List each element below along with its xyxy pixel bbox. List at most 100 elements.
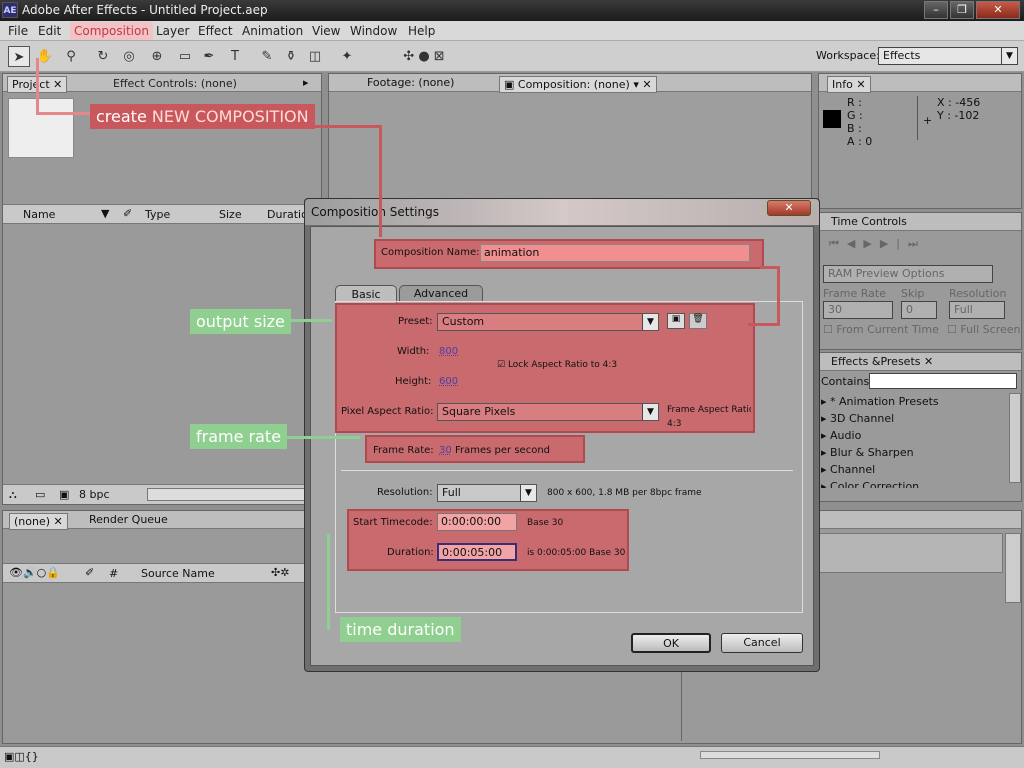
puppet-pin-tool-icon[interactable]: ✦ bbox=[336, 46, 358, 67]
chevron-down-icon: ▼ bbox=[642, 314, 658, 330]
pixel-aspect-label: Pixel Aspect Ratio: bbox=[341, 406, 434, 417]
menu-composition[interactable]: Composition bbox=[70, 22, 153, 40]
ok-button[interactable]: OK bbox=[631, 633, 711, 653]
menu-window[interactable]: Window bbox=[350, 24, 397, 38]
rectangle-tool-icon[interactable]: ▭ bbox=[174, 46, 196, 67]
menu-edit[interactable]: Edit bbox=[38, 24, 61, 38]
annotation-line bbox=[327, 534, 330, 630]
col-type[interactable]: Type bbox=[145, 208, 170, 221]
menu-file[interactable]: File bbox=[8, 24, 28, 38]
tab-effect-controls[interactable]: Effect Controls: (none) bbox=[83, 76, 267, 91]
project-thumbnail bbox=[8, 98, 74, 158]
ram-preview-select[interactable]: RAM Preview Options bbox=[823, 265, 993, 283]
col-name[interactable]: Name bbox=[23, 208, 55, 221]
preset-label: Preset: bbox=[398, 316, 433, 327]
clone-stamp-tool-icon[interactable]: ⚱ bbox=[280, 46, 302, 67]
new-composition-icon[interactable]: ▣ bbox=[59, 488, 69, 501]
list-item[interactable]: ▸ * Animation Presets bbox=[821, 393, 1007, 410]
selection-tool-icon[interactable]: ➤ bbox=[8, 46, 30, 67]
rotate-tool-icon[interactable]: ↻ bbox=[92, 46, 114, 67]
start-timecode-input[interactable]: 0:00:00:00 bbox=[437, 513, 517, 531]
pen-tool-icon[interactable]: ✒ bbox=[198, 46, 220, 67]
minimize-button[interactable]: – bbox=[924, 1, 948, 19]
list-item[interactable]: ▸ Audio bbox=[821, 427, 1007, 444]
menu-view[interactable]: View bbox=[312, 24, 340, 38]
lock-aspect-checkbox[interactable]: ☑ Lock Aspect Ratio to 4:3 bbox=[497, 360, 617, 370]
title-bar: AE Adobe After Effects - Untitled Projec… bbox=[0, 0, 1024, 21]
skip-select[interactable]: 0 bbox=[901, 301, 937, 319]
resolution-select[interactable]: Full ▼ bbox=[437, 484, 537, 502]
type-tool-icon[interactable]: T bbox=[224, 46, 246, 67]
tab-composition[interactable]: ▣ Composition: (none) ▾ ✕ bbox=[499, 76, 657, 93]
brush-tool-icon[interactable]: ✎ bbox=[256, 46, 278, 67]
chevron-down-icon: ▼ bbox=[1001, 48, 1017, 64]
menu-help[interactable]: Help bbox=[408, 24, 435, 38]
from-current-checkbox[interactable]: ☐ From Current Time bbox=[823, 323, 939, 336]
timeline-side-icons[interactable] bbox=[1005, 533, 1021, 603]
dialog-body: Composition Name: animation Basic Advanc… bbox=[310, 226, 814, 666]
tab-effects-presets[interactable]: Effects &Presets ✕ bbox=[831, 355, 933, 368]
list-item[interactable]: ▸ Blur & Sharpen bbox=[821, 444, 1007, 461]
comp-name-input[interactable]: animation bbox=[480, 244, 750, 262]
resolution-select[interactable]: Full bbox=[949, 301, 1005, 319]
menu-animation[interactable]: Animation bbox=[242, 24, 303, 38]
effects-search-input[interactable] bbox=[869, 373, 1017, 389]
comp-flowchart-icon[interactable]: ▣◫{} bbox=[4, 750, 39, 763]
info-xy: X : -456 Y : -102 bbox=[937, 96, 981, 122]
new-folder-icon[interactable]: ▭ bbox=[35, 488, 45, 501]
list-item[interactable]: ▸ Color Correction bbox=[821, 478, 1007, 488]
list-item[interactable]: ▸ Channel bbox=[821, 461, 1007, 478]
frame-rate-select[interactable]: 30 bbox=[823, 301, 893, 319]
dialog-close-button[interactable]: ✕ bbox=[767, 200, 811, 216]
preset-select[interactable]: Custom ▼ bbox=[437, 313, 659, 331]
col-duration[interactable]: Duratio bbox=[267, 208, 308, 221]
duration-input[interactable]: 0:00:05:00 bbox=[437, 543, 517, 561]
cancel-button[interactable]: Cancel bbox=[721, 633, 803, 653]
eraser-tool-icon[interactable]: ◫ bbox=[304, 46, 326, 67]
color-swatch bbox=[823, 110, 841, 128]
project-scrollbar[interactable] bbox=[147, 488, 307, 501]
full-screen-checkbox[interactable]: ☐ Full Screen bbox=[947, 323, 1020, 336]
col-source-name[interactable]: Source Name bbox=[141, 567, 215, 580]
col-number[interactable]: # bbox=[109, 567, 118, 580]
bpc-label[interactable]: 8 bpc bbox=[79, 488, 110, 501]
save-preset-icon[interactable]: ▣ bbox=[667, 313, 685, 329]
menu-layer[interactable]: Layer bbox=[156, 24, 189, 38]
tab-time-controls[interactable]: Time Controls bbox=[831, 215, 907, 228]
pixel-aspect-select[interactable]: Square Pixels ▼ bbox=[437, 403, 659, 421]
tab-render-queue[interactable]: Render Queue bbox=[89, 513, 168, 526]
tab-footage[interactable]: Footage: (none) bbox=[367, 76, 454, 89]
axis-mode-icon[interactable]: ✣ ● ⊠ bbox=[400, 46, 448, 67]
comp-name-label: Composition Name: bbox=[381, 247, 480, 258]
delete-preset-icon[interactable]: 🗑 bbox=[689, 313, 707, 329]
maximize-button[interactable]: ❐ bbox=[950, 1, 974, 19]
av-switches-icon[interactable]: 👁🔊○🔒 bbox=[9, 566, 60, 579]
pixel-aspect-value: Square Pixels bbox=[442, 405, 516, 418]
height-value[interactable]: 600 bbox=[439, 376, 458, 387]
tab-timeline-none[interactable]: (none) ✕ bbox=[9, 513, 68, 530]
workspace-select[interactable]: Effects ▼ bbox=[878, 47, 1018, 65]
pan-behind-tool-icon[interactable]: ⊕ bbox=[146, 46, 168, 67]
frame-rate-value[interactable]: 30 bbox=[439, 445, 452, 456]
tab-advanced[interactable]: Advanced bbox=[399, 285, 483, 301]
effects-scrollbar[interactable] bbox=[1009, 393, 1021, 483]
lock-aspect-label: Lock Aspect Ratio to 4:3 bbox=[507, 360, 618, 370]
list-item[interactable]: ▸ 3D Channel bbox=[821, 410, 1007, 427]
annotation-line bbox=[748, 323, 780, 326]
width-value[interactable]: 800 bbox=[439, 346, 458, 357]
playback-buttons[interactable]: ⏮◀▶▶|⏭ bbox=[829, 237, 926, 251]
tab-info[interactable]: Info ✕ bbox=[827, 76, 871, 93]
panel-menu-icon[interactable]: ▸ bbox=[303, 76, 309, 89]
zoom-tool-icon[interactable]: ⚲ bbox=[60, 46, 82, 67]
camera-tool-icon[interactable]: ◎ bbox=[118, 46, 140, 67]
duration-label: Duration: bbox=[387, 547, 434, 558]
timeline-zoom-slider[interactable] bbox=[700, 751, 880, 759]
frame-rate-label: Frame Rate bbox=[823, 287, 886, 300]
info-rgba: R :G :B :A : 0 bbox=[847, 96, 873, 148]
switches-icon[interactable]: ✣✲ bbox=[271, 566, 289, 579]
interpret-footage-icon[interactable]: ⛬ bbox=[9, 488, 17, 502]
col-size[interactable]: Size bbox=[219, 208, 242, 221]
chevron-down-icon[interactable]: ▼ bbox=[101, 207, 109, 220]
menu-effect[interactable]: Effect bbox=[198, 24, 233, 38]
close-window-button[interactable]: ✕ bbox=[976, 1, 1020, 19]
